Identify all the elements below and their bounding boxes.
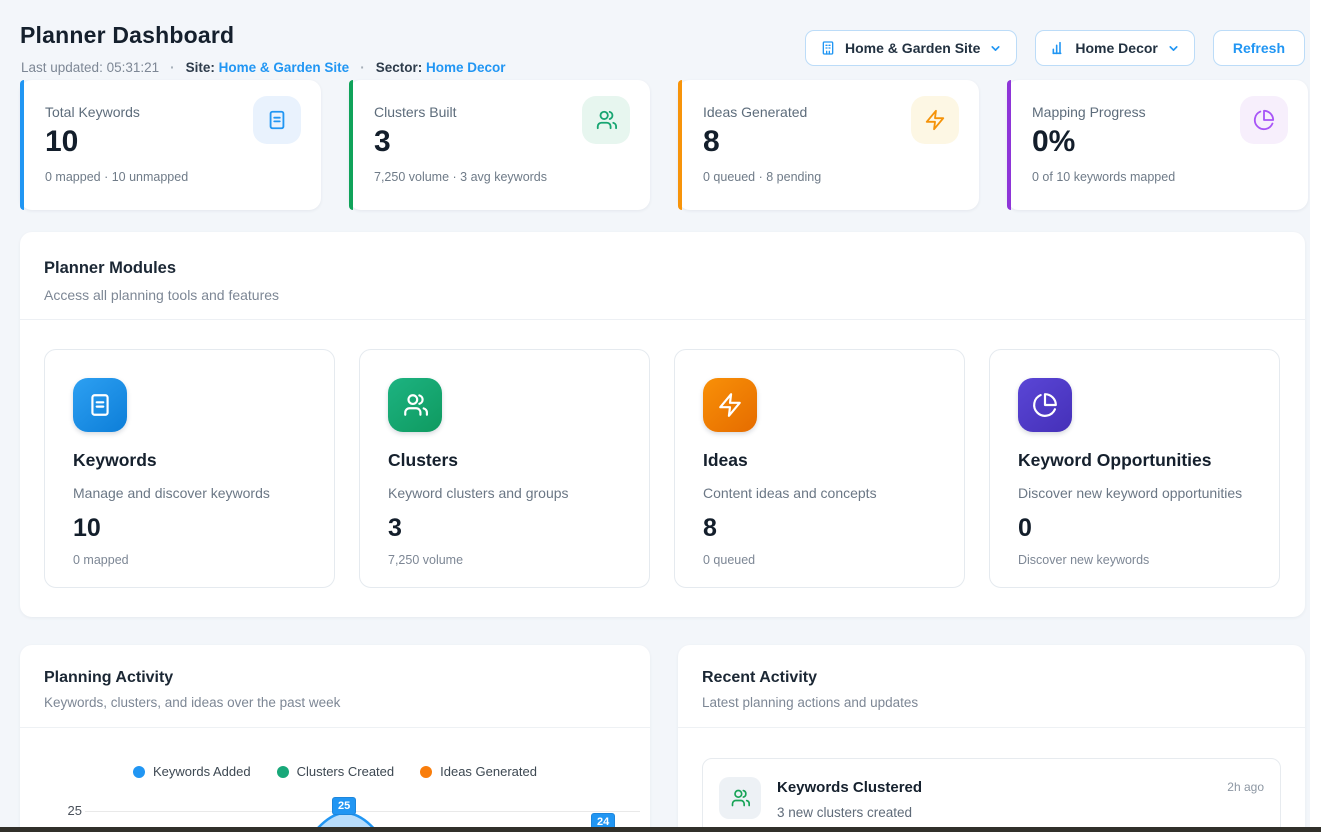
stat-card-total-keywords: Total Keywords 10 0 mapped · 10 unmapped: [20, 80, 321, 210]
site-selector-value: Home & Garden Site: [845, 40, 980, 56]
stat-title: Total Keywords: [45, 104, 140, 120]
stat-subtext: 0 queued · 8 pending: [703, 170, 821, 184]
card-title: Recent Activity: [702, 669, 1281, 687]
legend-label: Clusters Created: [297, 764, 395, 779]
activity-title: Keywords Clustered: [777, 779, 922, 796]
module-title: Keywords: [73, 450, 157, 471]
scrollbar-track[interactable]: [1310, 0, 1321, 832]
legend-dot-icon: [133, 766, 145, 778]
stat-card-clusters-built: Clusters Built 3 7,250 volume · 3 avg ke…: [349, 80, 650, 210]
y-axis-tick: 25: [48, 803, 82, 818]
stat-card-mapping-progress: Mapping Progress 0% 0 of 10 keywords map…: [1007, 80, 1308, 210]
document-icon: [73, 378, 127, 432]
activity-description: 3 new clusters created: [777, 805, 912, 820]
refresh-button[interactable]: Refresh: [1213, 30, 1305, 66]
legend-label: Keywords Added: [153, 764, 251, 779]
planner-modules-panel: Planner Modules Access all planning tool…: [20, 232, 1305, 617]
bolt-icon: [911, 96, 959, 144]
sector-meta: Sector: Home Decor: [376, 60, 506, 75]
legend-dot-icon: [277, 766, 289, 778]
module-subtext: 7,250 volume: [388, 553, 463, 567]
data-label-badge: 25: [332, 797, 356, 815]
site-selector-dropdown[interactable]: Home & Garden Site: [805, 30, 1017, 66]
site-link[interactable]: Home & Garden Site: [219, 60, 350, 75]
stat-title: Clusters Built: [374, 104, 456, 120]
module-card-keywords[interactable]: Keywords Manage and discover keywords 10…: [44, 349, 335, 588]
sector-selector-value: Home Decor: [1075, 40, 1157, 56]
page-title: Planner Dashboard: [20, 22, 234, 49]
module-description: Keyword clusters and groups: [388, 485, 569, 501]
section-title: Planner Modules: [44, 259, 1281, 278]
card-subtitle: Latest planning actions and updates: [702, 695, 1281, 710]
header-controls: Home & Garden Site Home Decor Refresh: [805, 30, 1305, 66]
card-title: Planning Activity: [44, 669, 626, 687]
pie-chart-icon: [1240, 96, 1288, 144]
last-updated-text: Last updated: 05:31:21: [21, 60, 159, 75]
stat-value: 8: [703, 124, 720, 160]
chevron-down-icon: [1167, 42, 1180, 55]
module-title: Ideas: [703, 450, 748, 471]
module-value: 3: [388, 514, 402, 543]
activity-timestamp: 2h ago: [1227, 780, 1264, 794]
window-bottom-edge: [0, 827, 1321, 832]
stat-value: 0%: [1032, 124, 1075, 160]
users-icon: [719, 777, 761, 819]
meta-separator: ·: [170, 60, 175, 75]
recent-activity-header: Recent Activity Latest planning actions …: [678, 645, 1305, 728]
planning-activity-header: Planning Activity Keywords, clusters, an…: [20, 645, 650, 728]
stat-subtext: 0 of 10 keywords mapped: [1032, 170, 1175, 184]
users-icon: [582, 96, 630, 144]
module-title: Clusters: [388, 450, 458, 471]
planning-activity-card: Planning Activity Keywords, clusters, an…: [20, 645, 650, 832]
site-label: Site:: [186, 60, 215, 75]
module-value: 0: [1018, 514, 1032, 543]
users-icon: [388, 378, 442, 432]
module-card-keyword-opportunities[interactable]: Keyword Opportunities Discover new keywo…: [989, 349, 1280, 588]
stat-value: 3: [374, 124, 391, 160]
module-title: Keyword Opportunities: [1018, 450, 1211, 471]
legend-item-ideas-generated[interactable]: Ideas Generated: [420, 764, 537, 779]
module-value: 8: [703, 514, 717, 543]
module-card-ideas[interactable]: Ideas Content ideas and concepts 8 0 que…: [674, 349, 965, 588]
meta-separator: ·: [360, 60, 365, 75]
module-description: Discover new keyword opportunities: [1018, 485, 1242, 501]
site-meta: Site: Home & Garden Site: [186, 60, 350, 75]
sector-link[interactable]: Home Decor: [426, 60, 506, 75]
stat-card-ideas-generated: Ideas Generated 8 0 queued · 8 pending: [678, 80, 979, 210]
stat-subtext: 7,250 volume · 3 avg keywords: [374, 170, 547, 184]
section-subtitle: Access all planning tools and features: [44, 287, 1281, 303]
legend-label: Ideas Generated: [440, 764, 537, 779]
sector-label: Sector:: [376, 60, 423, 75]
activity-list-item: Keywords Clustered 2h ago 3 new clusters…: [702, 758, 1281, 832]
legend-item-clusters-created[interactable]: Clusters Created: [277, 764, 395, 779]
stat-subtext: 0 mapped · 10 unmapped: [45, 170, 188, 184]
module-value: 10: [73, 514, 101, 543]
module-subtext: 0 queued: [703, 553, 755, 567]
building-icon: [820, 40, 836, 56]
bolt-icon: [703, 378, 757, 432]
document-icon: [253, 96, 301, 144]
planner-modules-header: Planner Modules Access all planning tool…: [20, 232, 1305, 320]
module-subtext: Discover new keywords: [1018, 553, 1149, 567]
stat-title: Ideas Generated: [703, 104, 807, 120]
module-description: Manage and discover keywords: [73, 485, 270, 501]
module-subtext: 0 mapped: [73, 553, 129, 567]
card-subtitle: Keywords, clusters, and ideas over the p…: [44, 695, 626, 710]
sector-selector-dropdown[interactable]: Home Decor: [1035, 30, 1194, 66]
recent-activity-card: Recent Activity Latest planning actions …: [678, 645, 1305, 832]
module-description: Content ideas and concepts: [703, 485, 877, 501]
stat-value: 10: [45, 124, 78, 160]
legend-dot-icon: [420, 766, 432, 778]
legend-item-keywords-added[interactable]: Keywords Added: [133, 764, 251, 779]
meta-row: Last updated: 05:31:21 · Site: Home & Ga…: [21, 60, 506, 75]
pie-chart-icon: [1018, 378, 1072, 432]
stat-title: Mapping Progress: [1032, 104, 1146, 120]
chevron-down-icon: [989, 42, 1002, 55]
bar-chart-icon: [1050, 40, 1066, 56]
module-card-clusters[interactable]: Clusters Keyword clusters and groups 3 7…: [359, 349, 650, 588]
chart-legend: Keywords Added Clusters Created Ideas Ge…: [20, 764, 650, 779]
